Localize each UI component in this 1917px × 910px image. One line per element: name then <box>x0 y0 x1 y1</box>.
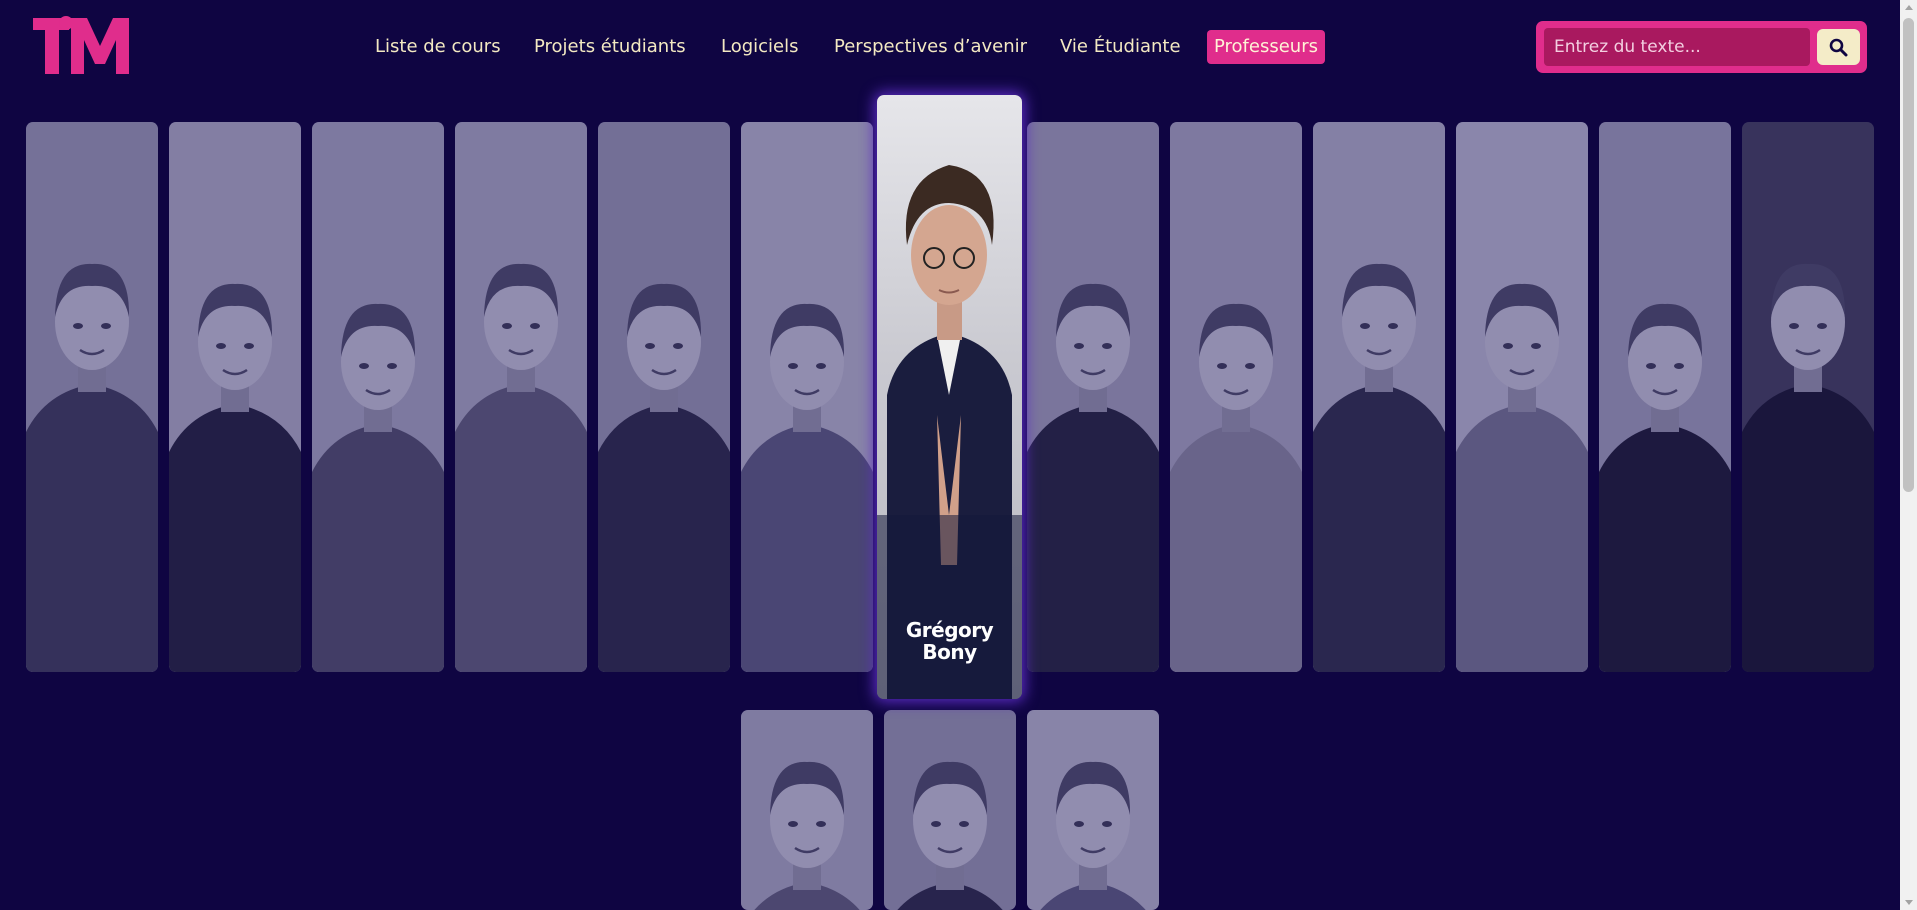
nav-item-liste-de-cours[interactable]: Liste de cours <box>375 30 501 64</box>
search-input[interactable] <box>1544 28 1810 66</box>
professor-photo <box>1742 122 1874 672</box>
nav-item-professeurs[interactable]: Professeurs <box>1207 30 1325 64</box>
professor-name: Grégory Bony <box>905 618 994 664</box>
professor-card[interactable] <box>1313 122 1445 672</box>
professor-photo <box>1313 122 1445 672</box>
professor-card[interactable] <box>169 122 301 672</box>
professor-card[interactable] <box>1456 122 1588 672</box>
nav-item-perspectives-davenir[interactable]: Perspectives d’avenir <box>834 30 1027 64</box>
scrollbar-thumb[interactable] <box>1903 18 1914 492</box>
professor-card-featured[interactable]: Grégory Bony <box>877 95 1022 699</box>
nav-item-logiciels[interactable]: Logiciels <box>721 30 799 64</box>
search-bar <box>1536 21 1867 73</box>
professor-photo <box>741 710 873 910</box>
professor-card[interactable] <box>1027 122 1159 672</box>
professor-card[interactable] <box>741 122 873 672</box>
professor-card[interactable] <box>312 122 444 672</box>
scroll-down-arrow[interactable] <box>1905 900 1913 905</box>
professor-card[interactable] <box>26 122 158 672</box>
tim-logo-icon <box>33 16 129 74</box>
professor-card[interactable] <box>1170 122 1302 672</box>
professor-card[interactable] <box>1599 122 1731 672</box>
professor-card[interactable] <box>741 710 873 910</box>
professor-photo <box>455 122 587 672</box>
professor-photo <box>1170 122 1302 672</box>
scrollbar[interactable] <box>1900 0 1917 910</box>
professor-photo <box>1027 122 1159 672</box>
scroll-up-arrow[interactable] <box>1905 5 1913 10</box>
professor-photo <box>884 710 1016 910</box>
professor-card[interactable] <box>455 122 587 672</box>
professor-card[interactable] <box>884 710 1016 910</box>
professor-photo <box>1456 122 1588 672</box>
nav-item-vie-etudiante[interactable]: Vie Étudiante <box>1060 30 1181 64</box>
professor-photo <box>312 122 444 672</box>
professor-card[interactable] <box>598 122 730 672</box>
nav-item-projets-etudiants[interactable]: Projets étudiants <box>534 30 686 64</box>
professor-photo <box>877 95 1022 699</box>
professor-card[interactable] <box>1742 122 1874 672</box>
professor-photo <box>169 122 301 672</box>
professor-photo <box>1027 710 1159 910</box>
professor-photo <box>741 122 873 672</box>
site-logo[interactable] <box>33 16 143 76</box>
search-button[interactable] <box>1817 29 1860 65</box>
professor-photo <box>598 122 730 672</box>
professor-card[interactable] <box>1027 710 1159 910</box>
professor-photo <box>26 122 158 672</box>
professor-photo <box>1599 122 1731 672</box>
search-icon <box>1829 38 1848 57</box>
